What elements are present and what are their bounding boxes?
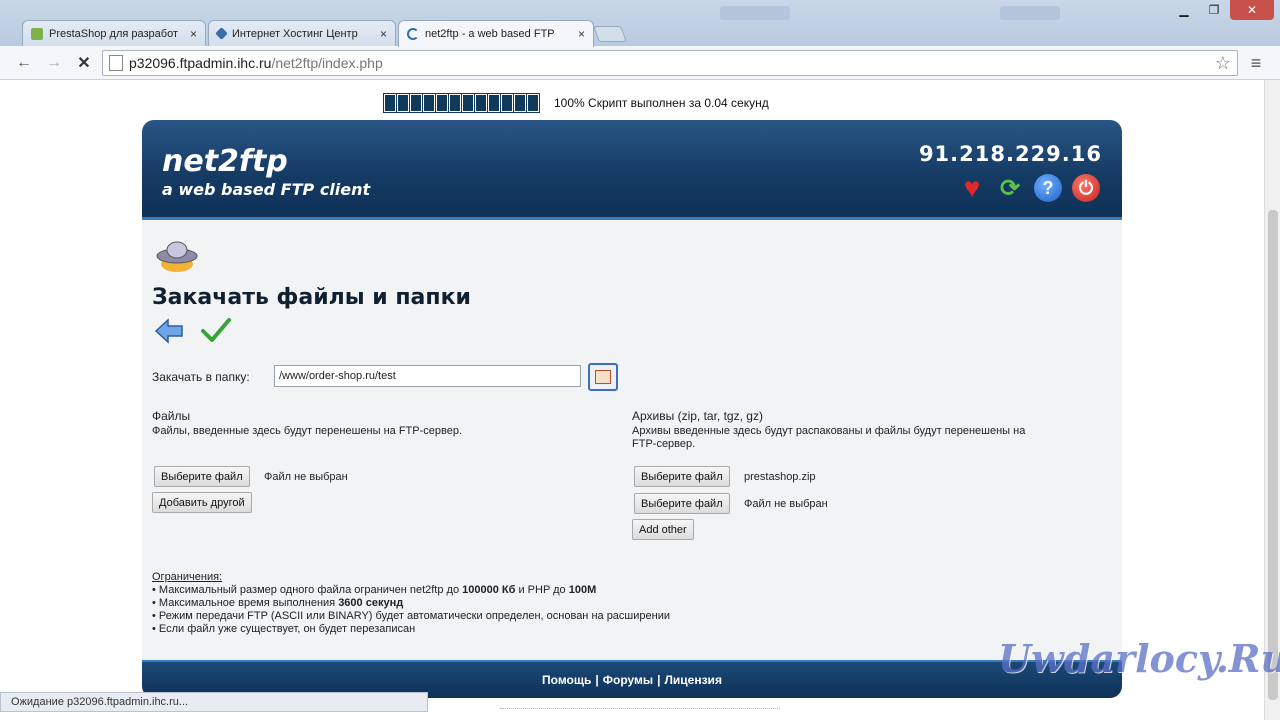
ufo-icon — [156, 241, 198, 272]
progress-block — [448, 93, 462, 113]
menu-icon[interactable]: ≡ — [1244, 51, 1268, 75]
scrollbar-thumb[interactable] — [1268, 210, 1278, 700]
folder-browse-icon — [595, 370, 611, 384]
bottom-divider — [500, 708, 780, 718]
browser-titlebar: ▁ ❐ ✕ PrestaShop для разработ × Интернет… — [0, 0, 1280, 47]
footer-separator: | — [657, 673, 661, 687]
progress-block — [435, 93, 449, 113]
logout-power-icon[interactable]: ⏻ — [1072, 174, 1100, 202]
back-arrow-icon[interactable]: ← — [12, 51, 36, 75]
hosting-icon — [215, 27, 228, 40]
minimize-button[interactable]: ▁ — [1170, 0, 1198, 20]
choose-archive-button[interactable]: Выберите файл — [634, 466, 730, 487]
limit-item: Максимальный размер одного файла огранич… — [152, 584, 670, 597]
add-other-button[interactable]: Add other — [632, 519, 694, 540]
limit-item: Максимальное время выполнения 3600 секун… — [152, 597, 670, 610]
archive-status: prestashop.zip — [744, 471, 816, 483]
header-icons: ♥ ⟳ ? ⏻ — [958, 172, 1100, 203]
logo-subtitle: a web based FTP client — [162, 180, 371, 199]
limit-item: Режим передачи FTP (ASCII или BINARY) бу… — [152, 610, 670, 623]
progress-block — [513, 93, 527, 113]
upload-dir-input[interactable] — [274, 365, 581, 387]
progress-block — [526, 93, 540, 113]
progress-block — [474, 93, 488, 113]
titlebar-ghost — [1000, 6, 1060, 20]
refresh-icon[interactable]: ⟳ — [996, 174, 1024, 202]
archives-heading: Архивы (zip, tar, tgz, gz) — [632, 409, 763, 423]
loading-spinner-icon — [407, 28, 419, 40]
maximize-button[interactable]: ❐ — [1200, 0, 1228, 20]
license-link[interactable]: Лицензия — [665, 673, 722, 687]
page-icon — [109, 55, 123, 71]
file-status: Файл не выбран — [264, 471, 348, 483]
tab-label: Интернет Хостинг Центр — [232, 27, 358, 40]
close-window-button[interactable]: ✕ — [1230, 0, 1274, 20]
archive-status: Файл не выбран — [744, 498, 828, 510]
help-icon[interactable]: ? — [1034, 174, 1062, 202]
choose-archive-button[interactable]: Выберите файл — [634, 493, 730, 514]
tab-close-icon[interactable]: × — [380, 27, 387, 41]
new-tab-button[interactable] — [593, 26, 627, 42]
limits-heading: Ограничения: — [152, 571, 223, 583]
progress-bar — [383, 93, 540, 113]
header: net2ftp a web based FTP client 91.218.22… — [142, 120, 1122, 220]
stop-loading-icon[interactable]: ✕ — [72, 51, 96, 75]
browser-status-bar: Ожидание p32096.ftpadmin.ihc.ru... — [0, 692, 428, 712]
tab-close-icon[interactable]: × — [578, 27, 585, 41]
forums-link[interactable]: Форумы — [603, 673, 653, 687]
browser-tab-active[interactable]: net2ftp - a web based FTP × — [398, 20, 594, 47]
upload-dir-label: Закачать в папку: — [152, 370, 250, 384]
progress-block — [396, 93, 410, 113]
tab-close-icon[interactable]: × — [190, 27, 197, 41]
archives-description-cont: FTP-сервер. — [632, 438, 696, 450]
tab-label: net2ftp - a web based FTP — [425, 28, 555, 40]
progress-text: 100% Скрипт выполнен за 0.04 секунд — [554, 96, 769, 110]
archives-section: Архивы (zip, tar, tgz, gz) Архивы введен… — [632, 410, 1112, 451]
page-scrollbar[interactable] — [1264, 80, 1280, 720]
address-bar[interactable]: p32096.ftpadmin.ihc.ru/net2ftp/index.php… — [102, 50, 1238, 76]
progress-block — [487, 93, 501, 113]
help-link[interactable]: Помощь — [542, 673, 591, 687]
progress-block — [422, 93, 436, 113]
browser-tab[interactable]: Интернет Хостинг Центр × — [208, 20, 396, 46]
page-title: Закачать файлы и папки — [152, 285, 471, 310]
browser-toolbar: ← → ✕ p32096.ftpadmin.ihc.ru/net2ftp/ind… — [0, 46, 1280, 80]
bookmark-star-icon[interactable]: ☆ — [1215, 53, 1231, 74]
progress-block — [409, 93, 423, 113]
limits-section: Ограничения: Максимальный размер одного … — [152, 571, 670, 636]
watermark: Uwdarlocy.Ru — [998, 636, 1280, 681]
progress-block — [500, 93, 514, 113]
ip-address: 91.218.229.16 — [918, 142, 1102, 166]
files-heading: Файлы — [152, 409, 191, 423]
prestashop-icon — [31, 27, 43, 40]
url-path: /net2ftp/index.php — [271, 55, 383, 71]
net2ftp-panel: net2ftp a web based FTP client 91.218.22… — [142, 120, 1122, 698]
limit-item: Если файл уже существует, он будет перез… — [152, 623, 670, 636]
back-arrow-icon[interactable] — [154, 318, 184, 344]
submit-checkmark-icon[interactable] — [200, 316, 232, 344]
browser-tab[interactable]: PrestaShop для разработ × — [22, 20, 206, 46]
files-description: Файлы, введенные здесь будут перенешены … — [152, 425, 463, 437]
progress-block — [461, 93, 475, 113]
tab-label: PrestaShop для разработ — [49, 27, 178, 40]
browse-directory-button[interactable] — [588, 363, 618, 391]
choose-file-button[interactable]: Выберите файл — [154, 466, 250, 487]
archives-description: Архивы введенные здесь будут распакованы… — [632, 425, 1026, 437]
forward-arrow-icon[interactable]: → — [42, 51, 66, 75]
heart-icon[interactable]: ♥ — [958, 172, 986, 203]
footer-separator: | — [595, 673, 599, 687]
titlebar-ghost — [720, 6, 790, 20]
files-section: Файлы Файлы, введенные здесь будут перен… — [152, 410, 612, 438]
add-another-button[interactable]: Добавить другой — [152, 492, 252, 513]
logo-title: net2ftp — [162, 144, 288, 179]
progress-block — [383, 93, 397, 113]
url-host: p32096.ftpadmin.ihc.ru — [129, 55, 272, 71]
